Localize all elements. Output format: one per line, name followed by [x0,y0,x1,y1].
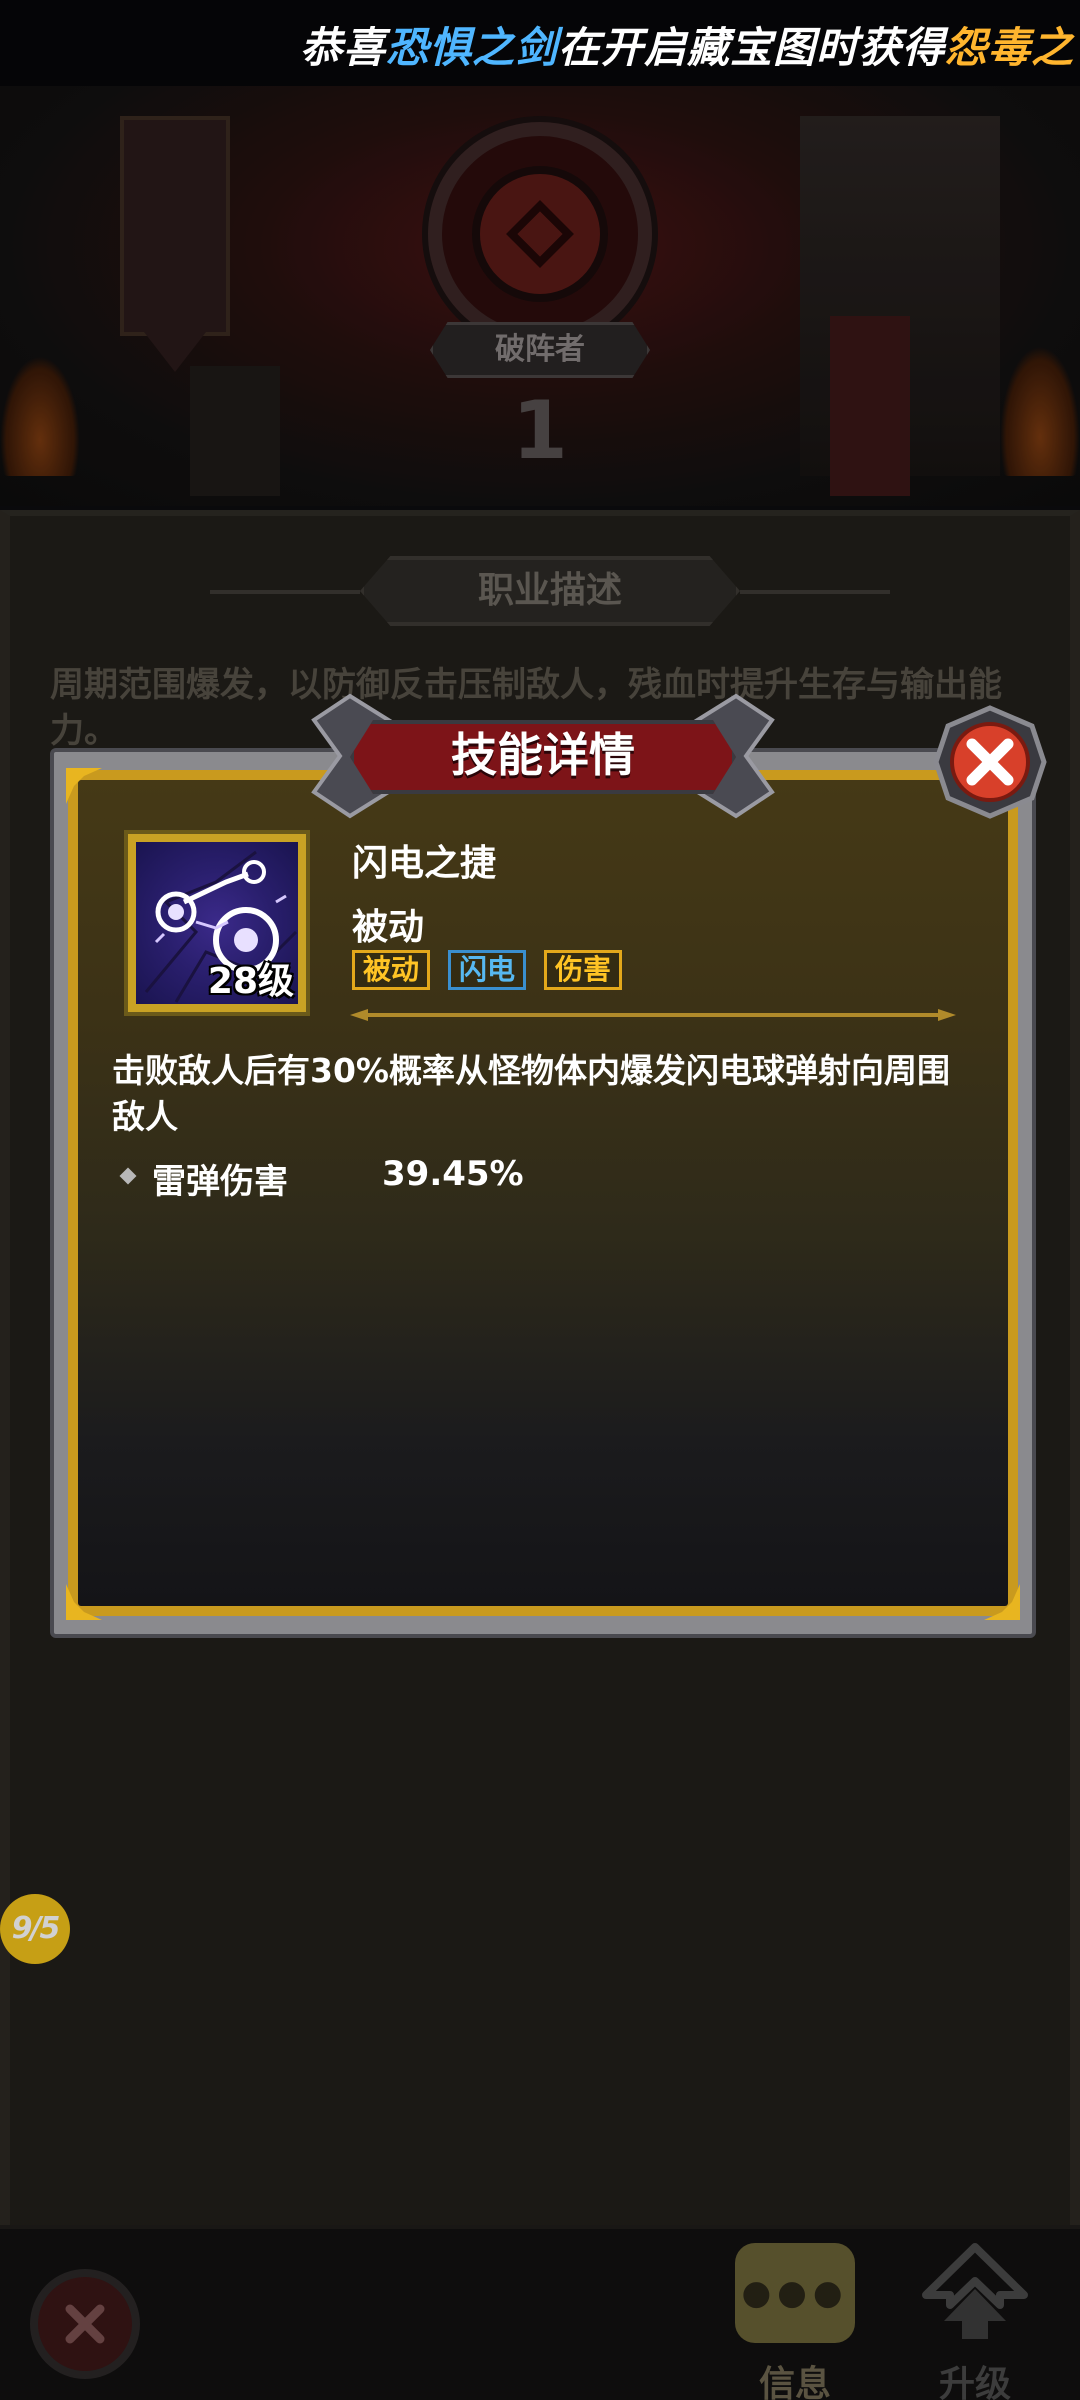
announcement-middle: 在开启藏宝图时获得 [558,23,946,72]
class-emblem-icon [428,122,652,346]
fire-right-decoration [1000,346,1080,476]
lightning-skill-icon: 28级 [136,842,298,1004]
tag-lightning: 闪电 [448,950,527,990]
back-close-button[interactable] [30,2269,140,2379]
corner-ornament-icon [66,768,102,804]
bottom-nav-bar: ●●● 信息 升级 [0,2225,1080,2400]
dialog-title-plate: 技能详情 [310,686,776,826]
upgrade-arrow-icon [922,2243,1028,2339]
stat-label: 雷弹伤害 [152,1162,288,1202]
class-name: 破阵者 [495,332,585,367]
class-name-plate: 破阵者 [430,322,650,378]
chat-bubble-icon: ●●● [735,2243,855,2343]
bullet-icon [119,1167,137,1185]
corner-ornament-icon [984,1584,1020,1620]
skill-icon-frame: 28级 [124,830,310,1016]
divider [210,590,360,594]
announcement-text: 恭喜恐惧之剑在开启藏宝图时获得怨毒之 [300,14,1074,75]
announcement-player: 恐惧之剑 [386,23,559,72]
upgrade-tab-label: 升级 [938,2364,1011,2400]
page-indicator-badge[interactable]: 9/5 [0,1894,70,1964]
close-icon [65,2304,105,2344]
announcement-marquee: 恭喜恐惧之剑在开启藏宝图时获得怨毒之 [0,0,1080,86]
pillar-decoration [190,366,280,496]
banner-decoration [120,116,230,372]
class-rank: 1 [512,384,568,477]
fire-left-decoration [0,356,80,476]
hero-scene: 破阵者 1 [0,86,1080,506]
skill-header-divider [350,1009,956,1021]
tag-damage: 伤害 [544,950,623,990]
announcement-prefix: 恭喜 [300,23,387,72]
info-tab-button[interactable]: ●●● 信息 [735,2243,855,2400]
upgrade-tab-button[interactable]: 升级 [910,2243,1040,2400]
tag-passive: 被动 [352,950,431,990]
section-header: 职业描述 [360,556,740,626]
throne-decoration [830,316,910,496]
announcement-item: 怨毒之 [945,23,1075,72]
section-title: 职业描述 [477,570,622,611]
dialog-title: 技能详情 [451,728,635,782]
divider [740,590,890,594]
close-dialog-button[interactable] [932,704,1048,820]
corner-ornament-icon [66,1584,102,1620]
skill-name: 闪电之捷 [352,843,497,884]
skill-type: 被动 [352,907,425,948]
skill-detail-dialog: 技能详情 28级 闪电之捷 被动 被动 闪电 伤害 击败敌人后有30%概率从怪物… [50,693,1047,1638]
skill-stat-row: 雷弹伤害 39.45% [112,1152,712,1202]
skill-tags: 被动 闪电 伤害 [352,950,623,992]
skill-level: 28级 [207,961,294,1002]
info-tab-label: 信息 [758,2364,831,2400]
stat-value: 39.45% [382,1154,524,1194]
skill-description: 击败敌人后有30%概率从怪物体内爆发闪电球弹射向周围敌人 [112,1051,950,1136]
